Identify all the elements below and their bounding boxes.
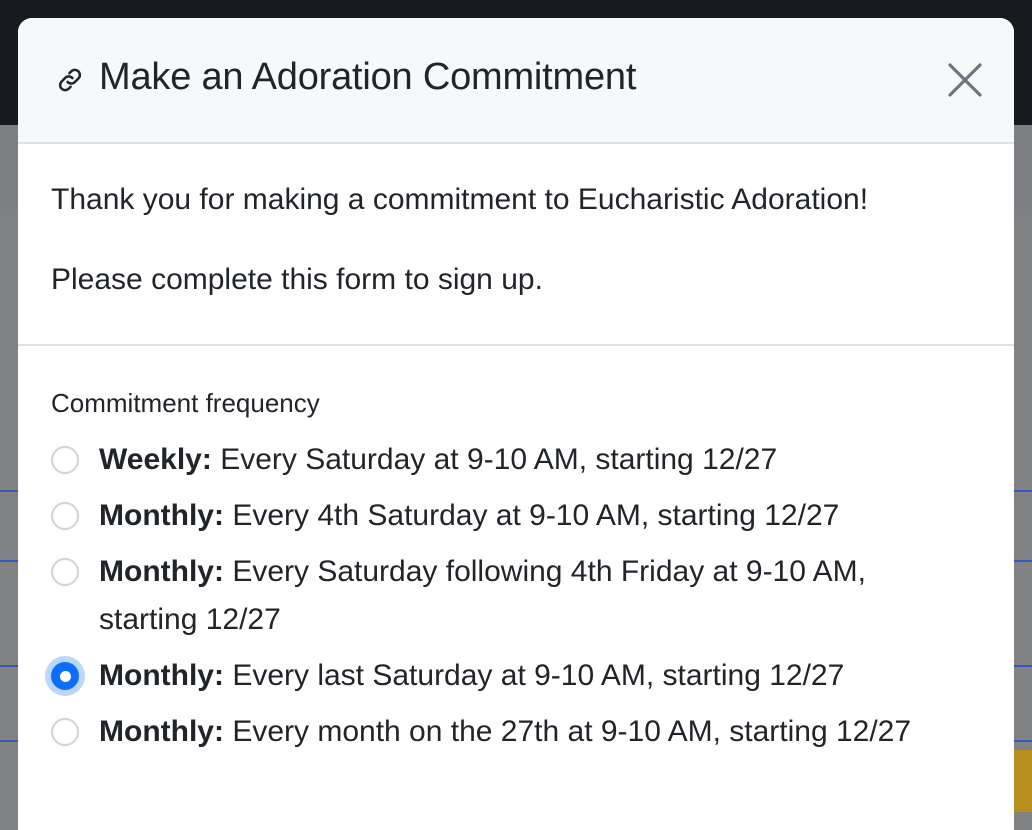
frequency-kind: Monthly: (99, 555, 224, 588)
thank-you-text: Thank you for making a commitment to Euc… (51, 183, 869, 216)
frequency-option[interactable]: Monthly: Every 4th Saturday at 9-10 AM, … (51, 492, 981, 540)
frequency-option-label[interactable]: Monthly: Every 4th Saturday at 9-10 AM, … (99, 492, 919, 540)
frequency-kind: Monthly: (99, 659, 224, 692)
frequency-kind: Monthly: (99, 715, 224, 748)
frequency-option[interactable]: Weekly: Every Saturday at 9-10 AM, start… (51, 436, 981, 484)
frequency-option-label[interactable]: Monthly: Every Saturday following 4th Fr… (99, 548, 919, 644)
instruction-text: Please complete this form to sign up. (51, 263, 543, 296)
modal-title: Make an Adoration Commitment (99, 56, 637, 98)
frequency-radio[interactable] (51, 558, 79, 586)
frequency-radio[interactable] (51, 718, 79, 746)
commitment-form: Commitment frequency Weekly: Every Satur… (18, 346, 1014, 756)
link-icon (54, 66, 86, 94)
frequency-kind: Monthly: (99, 499, 224, 532)
frequency-detail: Every last Saturday at 9-10 AM, starting… (232, 659, 845, 692)
modal-header: Make an Adoration Commitment (18, 18, 1014, 144)
frequency-option-label[interactable]: Weekly: Every Saturday at 9-10 AM, start… (99, 436, 919, 484)
frequency-option-label[interactable]: Monthly: Every last Saturday at 9-10 AM,… (99, 652, 919, 700)
modal-intro: Thank you for making a commitment to Euc… (18, 144, 1014, 346)
backdrop-button-edge (1012, 750, 1032, 812)
frequency-detail: Every 4th Saturday at 9-10 AM, starting … (232, 499, 840, 532)
commitment-modal: Make an Adoration Commitment Thank you f… (18, 18, 1014, 830)
frequency-option[interactable]: Monthly: Every last Saturday at 9-10 AM,… (51, 652, 981, 700)
frequency-detail: Every month on the 27th at 9-10 AM, star… (232, 715, 912, 748)
frequency-kind: Weekly: (99, 443, 212, 476)
frequency-radio[interactable] (51, 446, 79, 474)
frequency-label: Commitment frequency (51, 388, 320, 418)
frequency-detail: Every Saturday at 9-10 AM, starting 12/2… (220, 443, 778, 476)
frequency-option-label[interactable]: Monthly: Every month on the 27th at 9-10… (99, 708, 919, 756)
frequency-radio[interactable] (51, 662, 79, 690)
close-button[interactable] (946, 61, 984, 99)
frequency-option[interactable]: Monthly: Every month on the 27th at 9-10… (51, 708, 981, 756)
frequency-option[interactable]: Monthly: Every Saturday following 4th Fr… (51, 548, 981, 644)
frequency-radio[interactable] (51, 502, 79, 530)
close-icon (948, 63, 982, 97)
